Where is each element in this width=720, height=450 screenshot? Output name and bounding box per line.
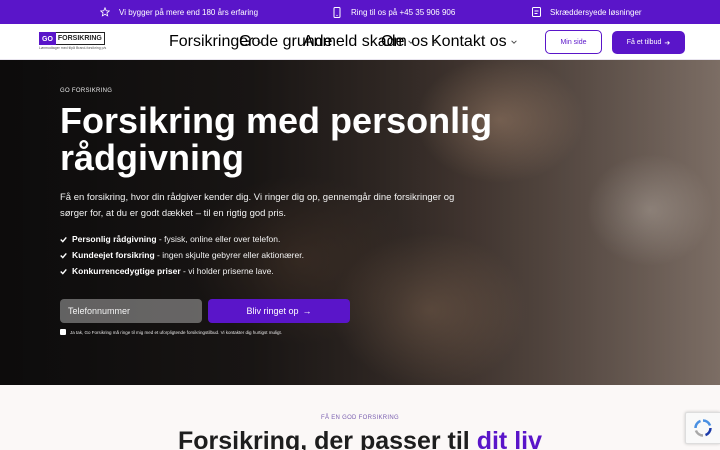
check-icon [60, 252, 67, 259]
logo[interactable]: GO FORSIKRING Lønmodtager med tilpå Bran… [39, 32, 107, 54]
benefit-rest: - fysisk, online eller over telefon. [156, 234, 281, 244]
check-icon [60, 236, 67, 243]
arrow-right-icon: ➔ [664, 39, 671, 47]
phone-icon [331, 6, 343, 18]
chevron-down-icon [510, 40, 517, 44]
call-me-label: Bliv ringet op [246, 306, 299, 316]
consent-checkbox[interactable] [60, 329, 66, 335]
section-title: Forsikring, der passer til dit liv [0, 427, 720, 450]
nav-item-label: Om os [381, 33, 429, 50]
section-title-main: Forsikring, der passer til [177, 427, 477, 450]
get-quote-button[interactable]: Få et tilbud ➔ [612, 31, 685, 54]
top-info-bar: Vi bygger på mere end 180 års erfaring R… [0, 0, 720, 24]
phone-number-input[interactable] [60, 299, 202, 323]
hero-section: GO FORSIKRING Forsikring med personlig r… [0, 60, 720, 385]
benefit-text: Konkurrencedygtige priser - vi holder pr… [72, 266, 274, 276]
benefit-bold: Personlig rådgivning [72, 234, 157, 244]
hero-title: Forsikring med personlig rådgivning [60, 100, 493, 178]
benefit-item: Personlig rådgivning - fysisk, online el… [60, 231, 460, 247]
benefit-text: Kundeejet forsikring - ingen skjulte geb… [72, 250, 304, 260]
topbar-solutions-text: Skræddersyede løsninger [550, 7, 642, 17]
benefit-rest: - vi holder priserne lave. [180, 266, 274, 276]
benefit-item: Konkurrencedygtige priser - vi holder pr… [60, 263, 460, 279]
benefit-item: Kundeejet forsikring - ingen skjulte geb… [60, 247, 460, 263]
topbar-item-solutions: Skræddersyede løsninger [530, 0, 642, 24]
min-side-button[interactable]: Min side [545, 30, 602, 54]
nav-item-label: Kontakt os [431, 33, 507, 50]
benefit-bold: Kundeejet forsikring [72, 250, 155, 260]
get-quote-label: Få et tilbud [626, 39, 662, 46]
min-side-label: Min side [560, 38, 587, 46]
benefit-text: Personlig rådgivning - fysisk, online el… [72, 234, 280, 244]
arrow-right-icon: → [302, 306, 312, 316]
logo-go: GO [39, 32, 56, 45]
section-eyebrow: FÅ EN GOD FORSIKRING [320, 415, 399, 421]
consent-row: Ja tak, Go Forsikring må ringe til mig m… [60, 329, 282, 335]
nav-item-om-os[interactable]: Om os [381, 24, 438, 60]
topbar-phone-text[interactable]: Ring til os på +45 35 906 906 [351, 8, 455, 17]
benefit-list: Personlig rådgivning - fysisk, online el… [60, 231, 460, 279]
call-me-button[interactable]: Bliv ringet op → [208, 299, 350, 323]
recaptcha-icon [694, 419, 712, 437]
consent-text: Ja tak, Go Forsikring må ringe til mig m… [70, 329, 283, 335]
star-icon [99, 6, 111, 18]
hero-content: GO FORSIKRING Forsikring med personlig r… [0, 60, 720, 385]
topbar-item-experience: Vi bygger på mere end 180 års erfaring [99, 0, 258, 24]
main-navigation: GO FORSIKRING Lønmodtager med tilpå Bran… [0, 24, 720, 60]
document-icon [530, 6, 542, 18]
recaptcha-badge[interactable] [685, 412, 720, 444]
logo-word: FORSIKRING [55, 32, 105, 45]
nav-item-kontakt-os[interactable]: Kontakt os [431, 24, 517, 60]
hero-eyebrow: GO FORSIKRING [60, 88, 113, 94]
topbar-item-phone[interactable]: Ring til os på +45 35 906 906 [331, 0, 455, 24]
benefit-bold: Konkurrencedygtige priser [72, 266, 181, 276]
logo-mark[interactable]: GO FORSIKRING [39, 32, 105, 45]
topbar-experience-text: Vi bygger på mere end 180 års erfaring [119, 7, 259, 17]
check-icon [60, 268, 67, 275]
section-title-accent: dit liv [476, 427, 542, 450]
insurance-section: FÅ EN GOD FORSIKRING Forsikring, der pas… [0, 385, 720, 450]
logo-tagline: Lønmodtager med tilpå Brand-forsikring p… [39, 46, 107, 50]
benefit-rest: - ingen skjulte gebyrer eller aktionærer… [154, 250, 304, 260]
hero-description: Få en forsikring, hvor din rådgiver kend… [60, 192, 455, 219]
